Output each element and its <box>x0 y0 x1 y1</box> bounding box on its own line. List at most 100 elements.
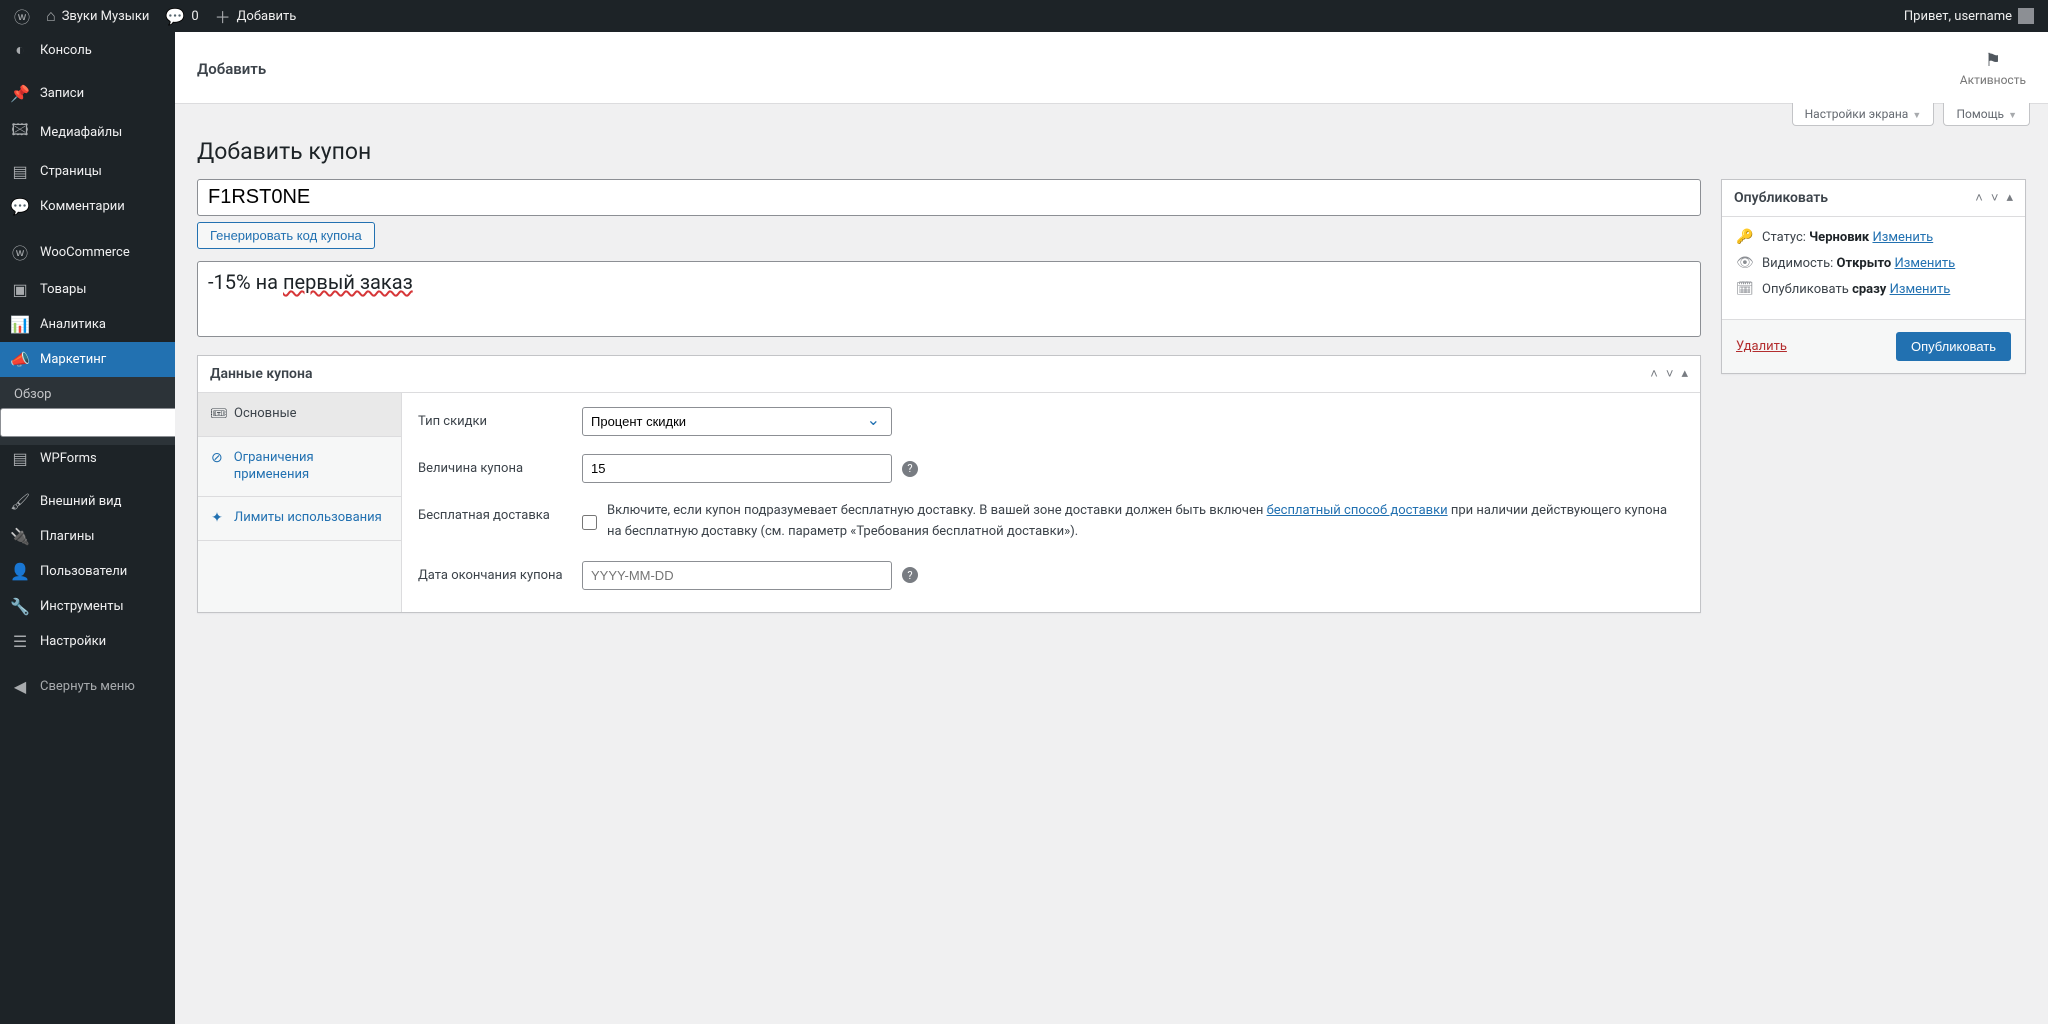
tab-general[interactable]: 🎟Основные <box>198 393 401 437</box>
status-line: Статус: Черновик Изменить <box>1762 230 1933 245</box>
home-icon: ⌂ <box>46 6 56 26</box>
sidebar-item-dashboard[interactable]: ◐Консоль <box>0 32 175 68</box>
sidebar-item-appearance[interactable]: 🖌Внешний вид <box>0 484 175 519</box>
user-icon: 👤 <box>10 562 30 581</box>
edit-visibility-link[interactable]: Изменить <box>1894 256 1955 271</box>
page-header-bar: Добавить ⚑ Активность <box>175 32 2048 104</box>
page-title: Добавить купон <box>197 138 2026 165</box>
publish-postbox: Опубликовать ˄ ˅ ▴ 🔑 Статус: Черновик Из… <box>1721 179 2026 374</box>
flag-icon: ⚑ <box>1985 50 2001 71</box>
edit-status-link[interactable]: Изменить <box>1872 230 1933 245</box>
sliders-icon: ☰ <box>10 632 30 651</box>
wordpress-icon: ⓦ <box>14 4 30 28</box>
products-icon: ▣ <box>10 280 30 299</box>
coupon-tabs: 🎟Основные ⊘Ограничения применения ✦Лимит… <box>198 393 402 612</box>
help-icon[interactable]: ? <box>902 461 918 477</box>
plus-icon: ＋ <box>215 4 231 28</box>
sidebar-item-media[interactable]: 🖾Медиафайлы <box>0 111 175 154</box>
sidebar-item-plugins[interactable]: 🔌Плагины <box>0 519 175 554</box>
move-up-icon[interactable]: ˄ <box>1650 366 1658 382</box>
visibility-line: Видимость: Открыто Изменить <box>1762 256 1955 271</box>
free-shipping-method-link[interactable]: бесплатный способ доставки <box>1267 503 1448 518</box>
submenu-overview[interactable]: Обзор <box>0 381 175 408</box>
tab-limits[interactable]: ✦Лимиты использования <box>198 497 401 541</box>
wpforms-icon: ▤ <box>10 449 30 468</box>
site-name[interactable]: ⌂ Звуки Музыки <box>38 0 157 32</box>
add-new-label: Добавить <box>237 9 297 24</box>
eye-icon: 👁 <box>1736 255 1752 271</box>
move-up-icon[interactable]: ˄ <box>1975 190 1983 206</box>
amount-input[interactable] <box>582 454 892 483</box>
generate-code-button[interactable]: Генерировать код купона <box>197 222 375 249</box>
move-down-icon[interactable]: ˅ <box>1666 366 1674 382</box>
page-head-title: Добавить <box>197 60 266 78</box>
pages-icon: ▤ <box>10 162 30 181</box>
sidebar-item-pages[interactable]: ▤Страницы <box>0 154 175 189</box>
help-icon[interactable]: ? <box>902 567 918 583</box>
plug-icon: 🔌 <box>10 527 30 546</box>
coupon-description-input[interactable]: -15% на первый заказ <box>197 261 1701 337</box>
ticket-icon: 🎟 <box>210 405 224 424</box>
sidebar-item-comments[interactable]: 💬Комментарии <box>0 189 175 224</box>
comments-link[interactable]: 💬0 <box>157 0 206 32</box>
pin-icon: 📌 <box>10 84 30 103</box>
sidebar-item-settings[interactable]: ☰Настройки <box>0 624 175 659</box>
caret-down-icon: ▼ <box>1912 111 1921 121</box>
calendar-icon: 🗓 <box>1736 281 1752 297</box>
free-shipping-label: Бесплатная доставка <box>418 501 570 523</box>
free-shipping-text: Включите, если купон подразумевает беспл… <box>607 501 1684 543</box>
sparkle-icon: ✦ <box>210 509 224 528</box>
screen-options-tab[interactable]: Настройки экрана▼ <box>1792 103 1935 126</box>
avatar <box>2018 8 2034 24</box>
edit-publish-date-link[interactable]: Изменить <box>1890 282 1951 297</box>
user-greeting[interactable]: Привет, username <box>1896 0 2042 32</box>
wrench-icon: 🔧 <box>10 597 30 616</box>
greeting-text: Привет, username <box>1904 9 2012 24</box>
toggle-icon[interactable]: ▴ <box>1681 366 1688 382</box>
ban-icon: ⊘ <box>210 449 224 468</box>
site-title: Звуки Музыки <box>62 9 150 24</box>
admin-sidebar: ◐Консоль 📌Записи 🖾Медиафайлы ▤Страницы 💬… <box>0 32 175 1024</box>
comments-icon: 💬 <box>10 197 30 216</box>
megaphone-icon: 📣 <box>10 350 30 369</box>
coupon-data-title: Данные купона <box>210 366 312 382</box>
key-icon: 🔑 <box>1736 229 1752 245</box>
move-down-icon[interactable]: ˅ <box>1991 190 1999 206</box>
woo-icon: ⓦ <box>10 240 30 264</box>
discount-type-label: Тип скидки <box>418 407 570 429</box>
add-new[interactable]: ＋ Добавить <box>207 0 305 32</box>
expiry-input[interactable] <box>582 561 892 590</box>
media-icon: 🖾 <box>10 119 30 146</box>
coupon-general-panel: Тип скидки Процент скидки <box>402 393 1700 612</box>
coupon-data-postbox: Данные купона ˄ ˅ ▴ 🎟Основные ⊘Ограничен… <box>197 355 1701 613</box>
expiry-label: Дата окончания купона <box>418 561 570 583</box>
collapse-icon: ◀ <box>10 677 30 696</box>
sidebar-item-analytics[interactable]: 📊Аналитика <box>0 307 175 342</box>
toggle-icon[interactable]: ▴ <box>2006 190 2013 206</box>
submenu-coupons[interactable]: Купоны <box>0 408 175 437</box>
sidebar-item-products[interactable]: ▣Товары <box>0 272 175 307</box>
amount-label: Величина купона <box>418 454 570 476</box>
sidebar-item-wpforms[interactable]: ▤WPForms <box>0 441 175 476</box>
activity-button[interactable]: ⚑ Активность <box>1960 50 2026 87</box>
sidebar-item-users[interactable]: 👤Пользователи <box>0 554 175 589</box>
sidebar-item-marketing[interactable]: 📣Маркетинг <box>0 342 175 377</box>
free-shipping-checkbox[interactable] <box>582 515 597 530</box>
sidebar-item-posts[interactable]: 📌Записи <box>0 76 175 111</box>
delete-link[interactable]: Удалить <box>1736 339 1787 354</box>
sidebar-item-tools[interactable]: 🔧Инструменты <box>0 589 175 624</box>
marketing-submenu: Обзор Купоны <box>0 377 175 445</box>
comment-icon: 💬 <box>165 7 185 26</box>
coupon-code-input[interactable] <box>197 179 1701 216</box>
publish-on-line: Опубликовать сразу Изменить <box>1762 282 1950 297</box>
tab-restrictions[interactable]: ⊘Ограничения применения <box>198 437 401 497</box>
help-tab[interactable]: Помощь▼ <box>1943 103 2030 126</box>
wp-logo[interactable]: ⓦ <box>6 0 38 32</box>
brush-icon: 🖌 <box>10 492 30 511</box>
activity-label: Активность <box>1960 73 2026 87</box>
caret-down-icon: ▼ <box>2008 111 2017 121</box>
publish-button[interactable]: Опубликовать <box>1896 332 2011 361</box>
sidebar-item-woocommerce[interactable]: ⓦWooCommerce <box>0 232 175 272</box>
collapse-menu[interactable]: ◀Свернуть меню <box>0 667 175 708</box>
discount-type-select[interactable]: Процент скидки <box>582 407 892 436</box>
